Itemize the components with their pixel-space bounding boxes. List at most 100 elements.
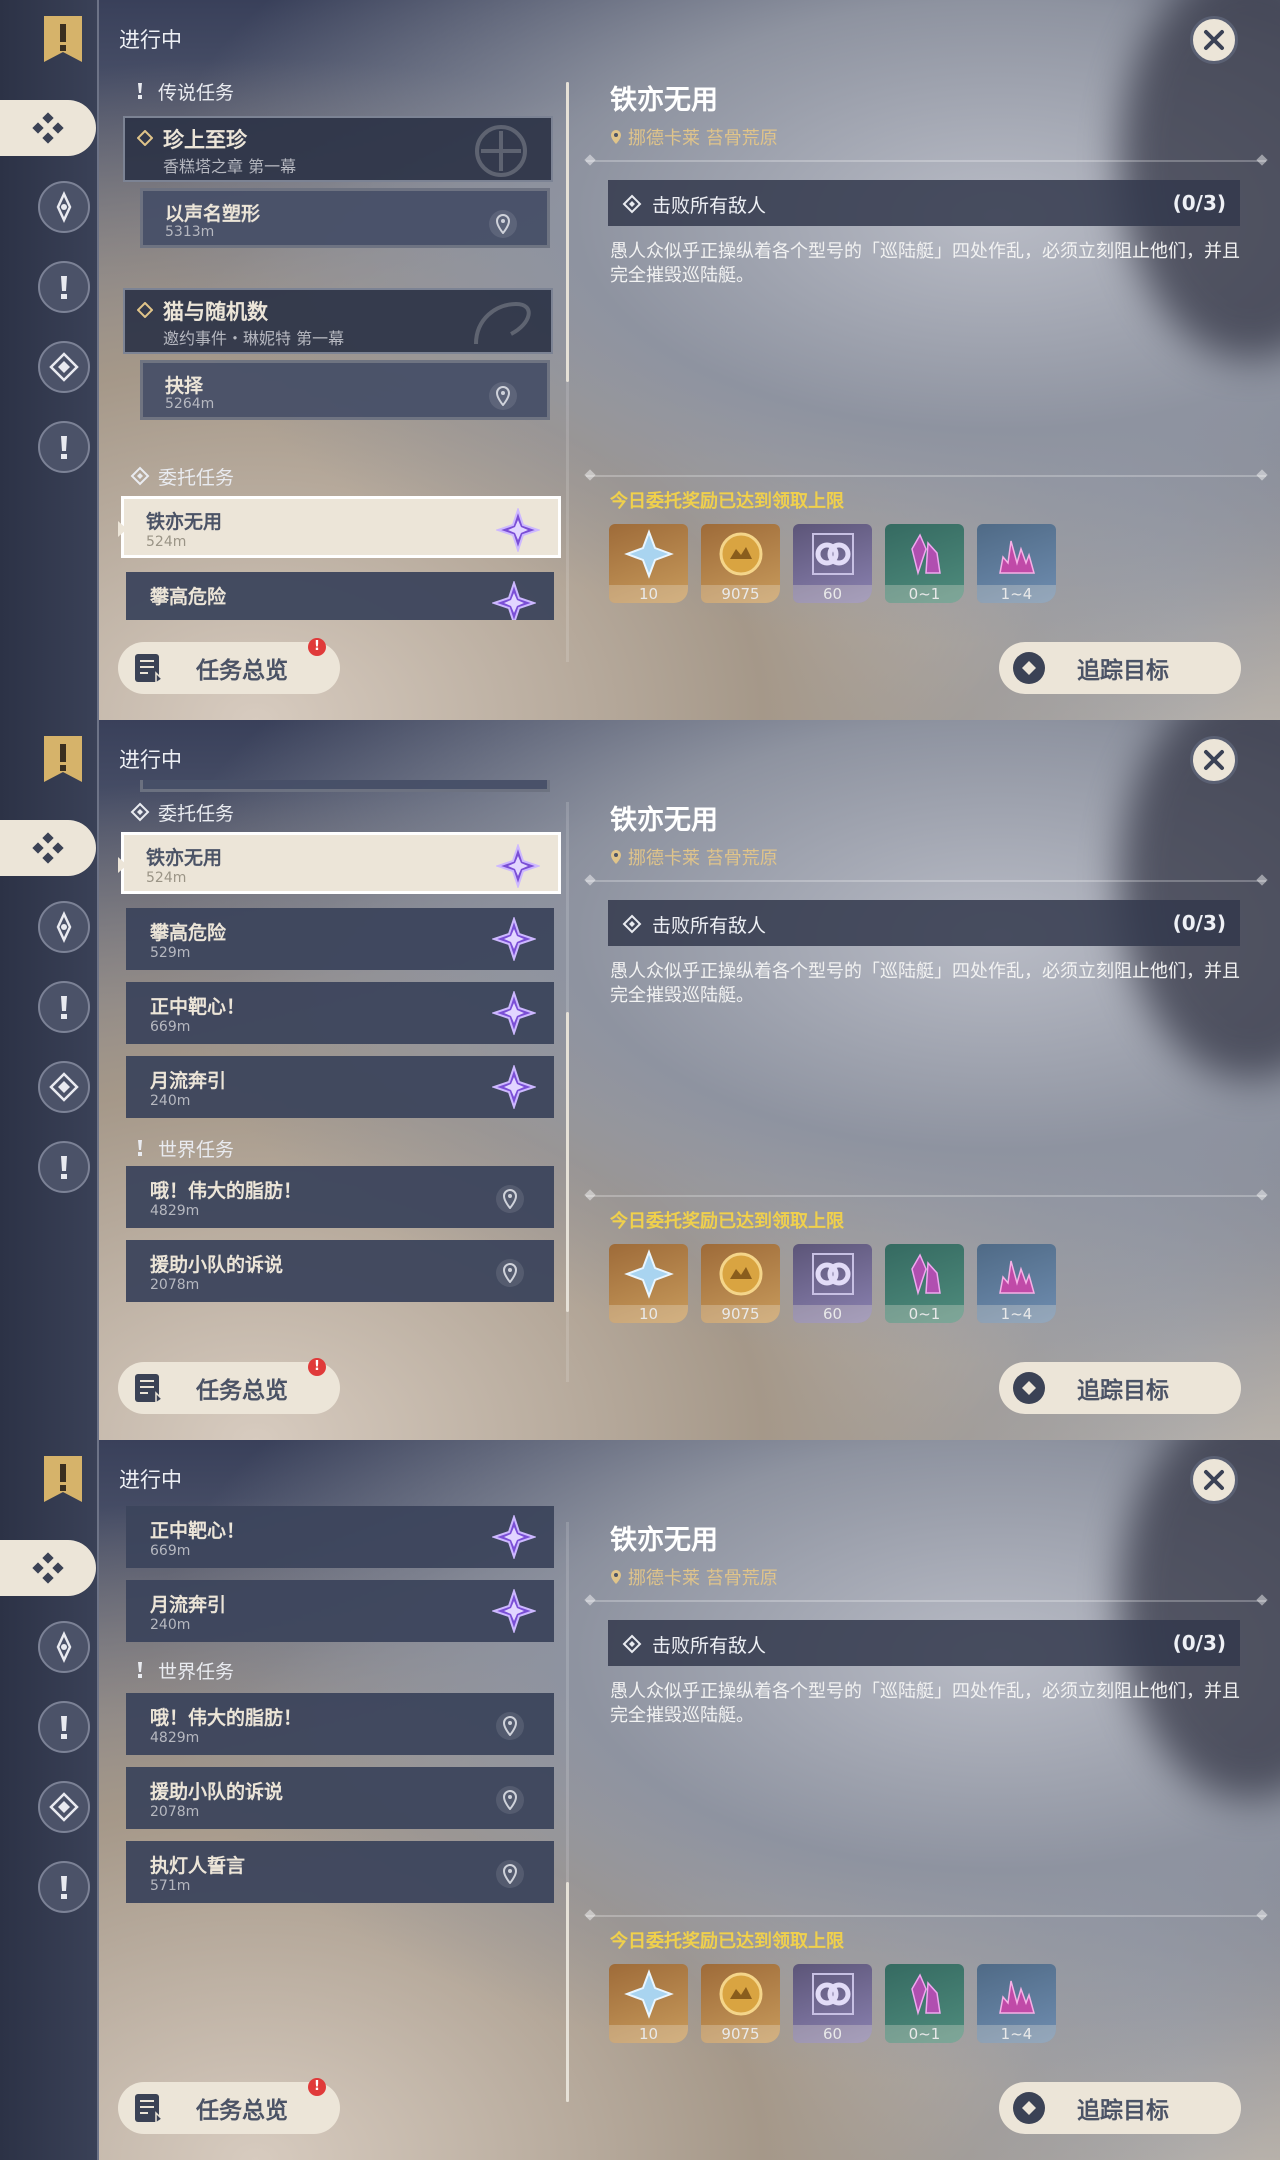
reward-item[interactable]: 9075	[701, 1964, 780, 2043]
track-diamond-icon	[1013, 652, 1045, 684]
quest-overview-button[interactable]: 任务总览 !	[118, 2078, 340, 2134]
overview-label: 任务总览	[196, 658, 288, 684]
close-icon	[1204, 750, 1224, 770]
reward-item[interactable]: 10	[609, 524, 688, 603]
quest-screen-1: 进行中 传说任务 珍上至珍 香糕塔之章 第一幕 以声名塑形 5313m 猫与随机…	[0, 0, 1280, 720]
track-target-button[interactable]: 追踪目标	[999, 1362, 1241, 1414]
sidebar-tab-story[interactable]	[38, 981, 90, 1033]
mora-icon	[719, 1972, 762, 2016]
reward-item[interactable]: 10	[609, 1244, 688, 1323]
reward-item[interactable]: 0~1	[885, 524, 964, 603]
sidebar-tab-archon[interactable]	[38, 901, 90, 953]
sidebar-tab-commission[interactable]	[38, 1781, 90, 1833]
overview-label: 任务总览	[196, 1378, 288, 1404]
sidebar-tab-all[interactable]	[0, 1540, 96, 1596]
group-subtitle: 邀约事件・琳妮特 第一幕	[163, 329, 345, 348]
scrollbar[interactable]	[566, 802, 569, 1382]
commission-star-icon	[492, 1589, 536, 1633]
commission-item[interactable]: 正中靶心！ 669m	[126, 982, 554, 1044]
location-pin-icon[interactable]	[489, 210, 517, 238]
reward-item[interactable]: 10	[609, 1964, 688, 2043]
commission-icon	[49, 1792, 79, 1822]
location-pin-icon[interactable]	[496, 1259, 524, 1287]
divider	[586, 475, 1266, 477]
world-quest-item[interactable]: 执灯人誓言 571m	[126, 1841, 554, 1903]
quest-step[interactable]: 以声名塑形 5313m	[140, 188, 550, 248]
world-quest-item[interactable]: 援助小队的诉说 2078m	[126, 1240, 554, 1302]
sidebar-tab-commission[interactable]	[38, 341, 90, 393]
commission-item-selected[interactable]: 铁亦无用 524m	[118, 832, 561, 894]
commission-item[interactable]: 月流奔引 240m	[126, 1580, 554, 1642]
world-quest-item[interactable]: 哦！伟大的脂肪！ 4829m	[126, 1693, 554, 1755]
quest-step[interactable]: 抉择 5264m	[140, 360, 550, 420]
quest-list[interactable]: 传说任务 珍上至珍 香糕塔之章 第一幕 以声名塑形 5313m 猫与随机数 邀约…	[118, 60, 568, 620]
quest-list[interactable]: 正中靶心！ 669m 月流奔引 240m 世界任务 哦！伟大的脂肪！ 4829m…	[118, 1500, 568, 2060]
reward-count: 0~1	[885, 1305, 964, 1323]
objective-diamond-icon	[622, 194, 642, 214]
track-target-button[interactable]: 追踪目标	[999, 2082, 1241, 2134]
scrollbar[interactable]	[566, 82, 569, 662]
item-title: 援助小队的诉说	[150, 1781, 284, 1803]
legend-quest-group[interactable]: 猫与随机数 邀约事件・琳妮特 第一幕	[123, 288, 553, 354]
location-pin-icon[interactable]	[496, 1185, 524, 1213]
sidebar-tab-archon[interactable]	[38, 1621, 90, 1673]
location-pin-icon[interactable]	[489, 382, 517, 410]
diamond-cluster-icon	[32, 1552, 64, 1584]
friendship-icon	[811, 1253, 854, 1295]
reward-item[interactable]: 9075	[701, 1244, 780, 1323]
item-title: 援助小队的诉说	[150, 1254, 284, 1276]
quest-description: 愚人众似乎正操纵着各个型号的「巡陆艇」四处作乱，必须立刻阻止他们，并且完全摧毁巡…	[610, 1681, 1240, 1726]
location-pin-icon[interactable]	[496, 1786, 524, 1814]
mora-icon	[719, 1252, 762, 1296]
track-label: 追踪目标	[1077, 658, 1169, 684]
location-pin-icon[interactable]	[496, 1712, 524, 1740]
reward-item[interactable]: 60	[793, 1244, 872, 1323]
world-quest-item[interactable]: 哦！伟大的脂肪！ 4829m	[126, 1166, 554, 1228]
world-quest-item[interactable]: 援助小队的诉说 2078m	[126, 1767, 554, 1829]
item-distance: 524m	[146, 534, 187, 550]
commission-item-selected[interactable]: 铁亦无用 524m	[118, 496, 561, 558]
reward-item[interactable]: 9075	[701, 524, 780, 603]
reward-item[interactable]: 60	[793, 524, 872, 603]
sidebar-tab-archon[interactable]	[38, 181, 90, 233]
legend-quest-group[interactable]: 珍上至珍 香糕塔之章 第一幕	[123, 116, 553, 182]
reward-item[interactable]: 60	[793, 1964, 872, 2043]
sidebar-tab-commission[interactable]	[38, 1061, 90, 1113]
quest-list[interactable]: 委托任务 铁亦无用 524m 攀高危险 529m 正中靶心！ 669m 月流奔引…	[118, 780, 568, 1340]
item-distance: 2078m	[150, 1277, 200, 1293]
reward-item[interactable]: 0~1	[885, 1964, 964, 2043]
commission-icon	[130, 466, 150, 486]
reward-item[interactable]: 1~4	[977, 1964, 1056, 2043]
reward-item[interactable]: 1~4	[977, 524, 1056, 603]
banner-icon	[44, 1456, 82, 1502]
close-button[interactable]	[1190, 16, 1238, 64]
close-button[interactable]	[1190, 1456, 1238, 1504]
reward-list: 10 9075 60 0~1 1~4	[609, 1244, 1056, 1323]
close-button[interactable]	[1190, 736, 1238, 784]
sidebar-tab-story[interactable]	[38, 1701, 90, 1753]
quest-overview-button[interactable]: 任务总览 !	[118, 1358, 340, 1414]
quest-detail: 铁亦无用 挪德卡莱 苔骨荒原 击败所有敌人 (0/3) 愚人众似乎正操纵着各个型…	[586, 0, 1266, 720]
commission-item[interactable]: 正中靶心！ 669m	[126, 1506, 554, 1568]
scrollbar[interactable]	[566, 1522, 569, 2102]
reward-item[interactable]: 0~1	[885, 1244, 964, 1323]
commission-item[interactable]: 攀高危险	[126, 572, 554, 620]
commission-star-icon	[496, 844, 540, 888]
sidebar-tab-all[interactable]	[0, 820, 96, 876]
sidebar-tab-all[interactable]	[0, 100, 96, 156]
quest-step[interactable]	[140, 780, 550, 792]
reward-item[interactable]: 1~4	[977, 1244, 1056, 1323]
sidebar-tab-world[interactable]	[38, 1141, 90, 1193]
item-distance: 529m	[150, 945, 191, 961]
commission-item[interactable]: 攀高危险 529m	[126, 908, 554, 970]
sidebar-tab-world[interactable]	[38, 421, 90, 473]
primogem-icon	[623, 529, 674, 579]
location-text: 挪德卡莱 苔骨荒原	[628, 848, 778, 869]
location-pin-icon[interactable]	[496, 1860, 524, 1888]
track-target-button[interactable]: 追踪目标	[999, 642, 1241, 694]
sidebar-tab-world[interactable]	[38, 1861, 90, 1913]
reward-list: 10 9075 60 0~1 1~4	[609, 524, 1056, 603]
commission-item[interactable]: 月流奔引 240m	[126, 1056, 554, 1118]
quest-overview-button[interactable]: 任务总览 !	[118, 638, 340, 694]
sidebar-tab-story[interactable]	[38, 261, 90, 313]
